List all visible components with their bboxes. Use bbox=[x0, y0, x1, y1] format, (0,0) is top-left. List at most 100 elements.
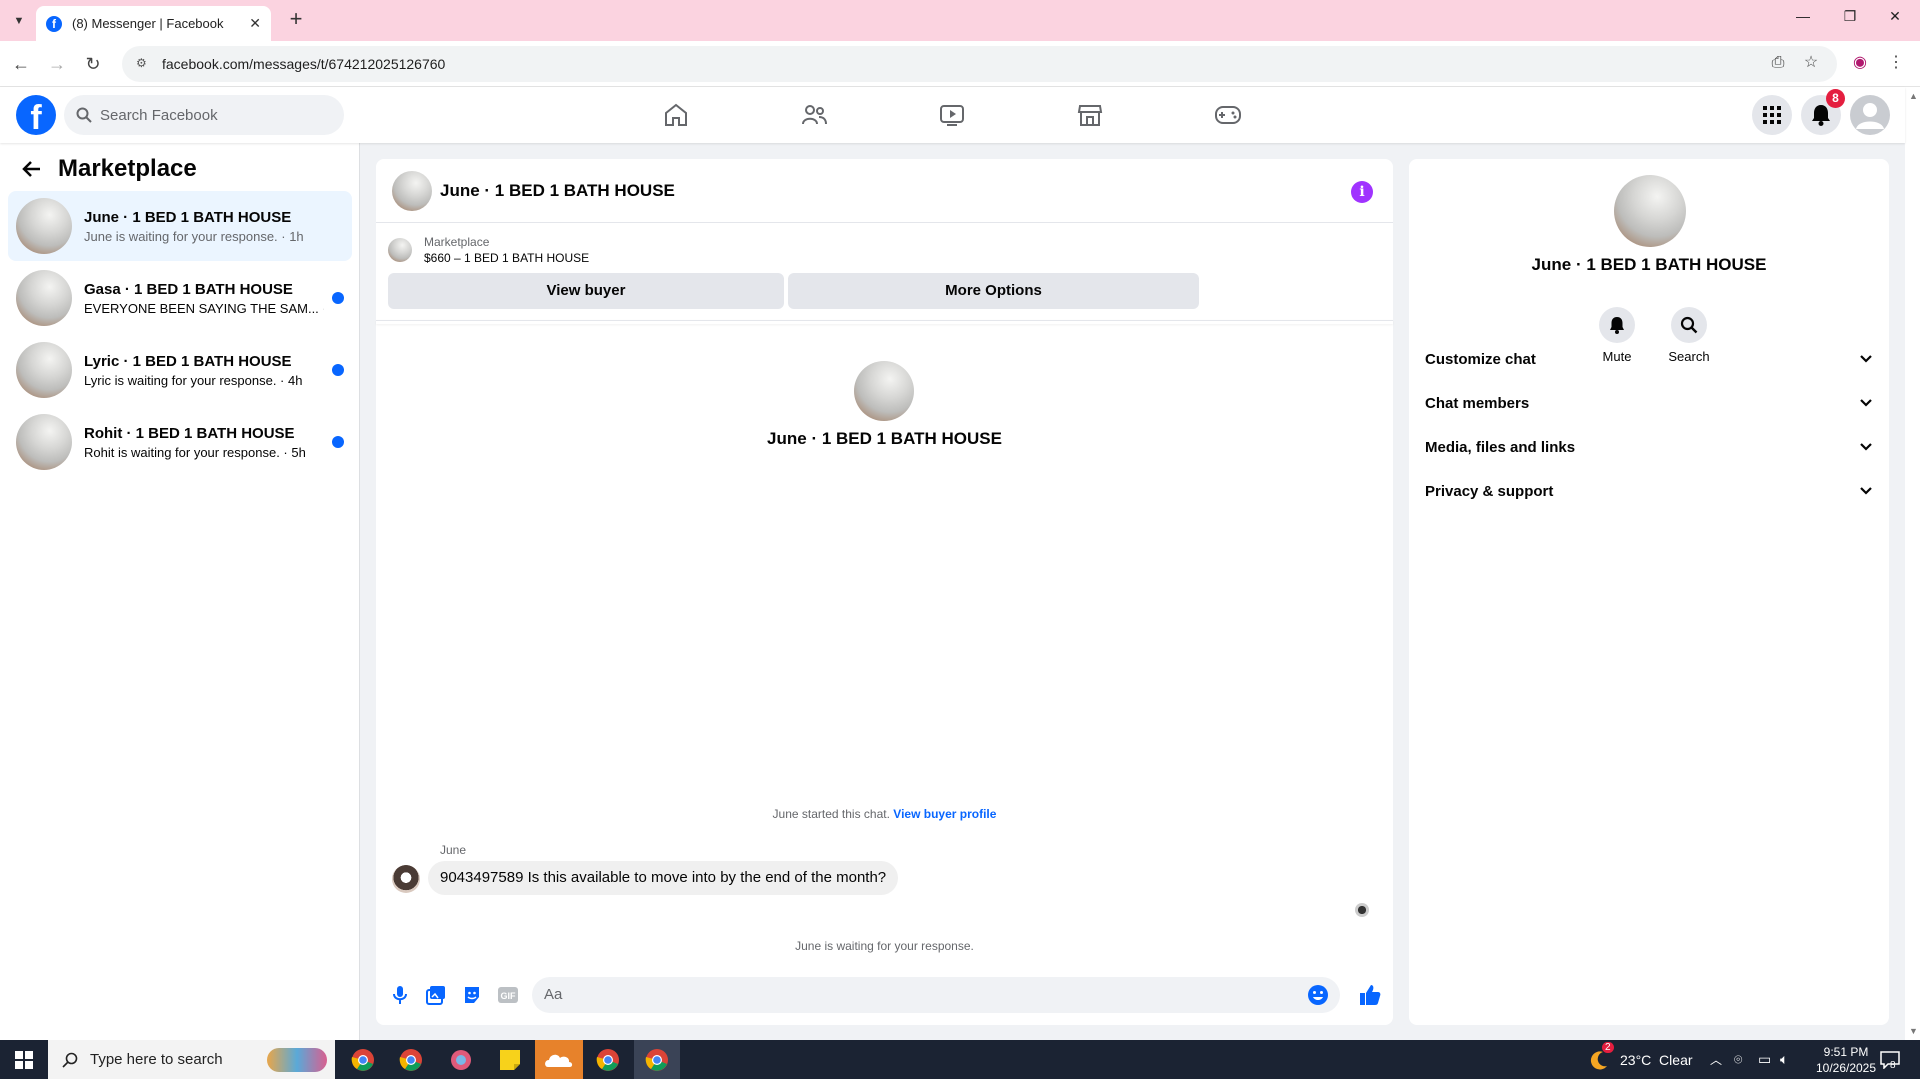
main-area: June · 1 BED 1 BATH HOUSE i Marketplace … bbox=[360, 143, 1905, 1040]
facebook-favicon-icon: f bbox=[46, 15, 62, 32]
gaming-icon[interactable] bbox=[1212, 99, 1244, 131]
page-scrollbar[interactable]: ▲ ▼ bbox=[1905, 87, 1920, 1040]
like-thumb-icon[interactable] bbox=[1358, 983, 1382, 1007]
details-section-label: Privacy & support bbox=[1425, 482, 1554, 500]
marketplace-sidebar: Marketplace June · 1 BED 1 BATH HOUSE Jun… bbox=[0, 143, 360, 1040]
chrome-app-icon[interactable] bbox=[343, 1044, 383, 1076]
watch-video-icon[interactable] bbox=[936, 99, 968, 131]
reload-button[interactable]: ↻ bbox=[82, 53, 104, 75]
message-bubble[interactable]: 9043497589 Is this available to move int… bbox=[428, 861, 899, 895]
bookmark-star-icon[interactable]: ☆ bbox=[1799, 51, 1823, 75]
photo-icon[interactable] bbox=[424, 983, 448, 1007]
buyer-avatar[interactable] bbox=[854, 361, 914, 421]
chevron-down-icon bbox=[1860, 487, 1872, 495]
chrome-app-icon-2[interactable] bbox=[588, 1044, 628, 1076]
facebook-logo-icon[interactable]: f bbox=[16, 95, 56, 135]
chevron-down-icon bbox=[1860, 355, 1872, 363]
facebook-search-input[interactable]: Search Facebook bbox=[64, 95, 344, 135]
seen-indicator-icon bbox=[1355, 903, 1369, 917]
taskbar-search-input[interactable]: Type here to search bbox=[48, 1040, 335, 1079]
meet-now-icon[interactable]: ⌾ bbox=[1734, 1040, 1742, 1079]
windows-start-icon[interactable] bbox=[0, 1040, 48, 1079]
conversation-name: Rohit · 1 BED 1 BATH HOUSE bbox=[84, 424, 295, 442]
conversation-name: Lyric · 1 BED 1 BATH HOUSE bbox=[84, 352, 292, 370]
new-tab-button[interactable]: + bbox=[284, 8, 308, 32]
chat-start-notice: June started this chat. View buyer profi… bbox=[376, 807, 1393, 821]
restore-button[interactable]: ❐ bbox=[1835, 8, 1865, 32]
conversation-name: June · 1 BED 1 BATH HOUSE bbox=[84, 208, 292, 226]
volume-icon[interactable]: 🔈︎ bbox=[1780, 1040, 1788, 1079]
conversation-item[interactable]: June · 1 BED 1 BATH HOUSE June is waiting… bbox=[8, 191, 352, 261]
composer: GIF Aa bbox=[376, 975, 1393, 1015]
sticky-notes-app-icon[interactable] bbox=[490, 1044, 530, 1076]
facebook-header: f Search Facebook 8 bbox=[0, 87, 1905, 143]
search-placeholder: Search Facebook bbox=[100, 106, 218, 124]
tab-search-chevron-icon[interactable]: ▼ bbox=[8, 10, 30, 32]
view-buyer-button[interactable]: View buyer bbox=[388, 273, 784, 309]
conversation-preview: June is waiting for your response. · 1h bbox=[84, 228, 304, 244]
details-section-row[interactable]: Media, files and links bbox=[1425, 427, 1873, 467]
emoji-icon[interactable] bbox=[1306, 983, 1330, 1007]
clock-time: 9:51 PM bbox=[1823, 1044, 1869, 1059]
profile-icon[interactable]: ◉ bbox=[1848, 51, 1872, 75]
listing-summary[interactable]: Marketplace $660 – 1 BED 1 BATH HOUSE bbox=[388, 235, 1378, 265]
sidebar-title: Marketplace bbox=[58, 155, 197, 182]
svg-text:GIF: GIF bbox=[501, 991, 517, 1001]
window-close-button[interactable]: ✕ bbox=[1880, 8, 1910, 32]
forward-button[interactable]: → bbox=[46, 53, 68, 75]
site-info-icon[interactable]: ⚙ bbox=[136, 56, 152, 72]
marketplace-icon[interactable] bbox=[1074, 99, 1106, 131]
action-center-icon[interactable]: 8 bbox=[1880, 1040, 1900, 1079]
conversation-item[interactable]: Gasa · 1 BED 1 BATH HOUSE EVERYONE BEEN S… bbox=[8, 263, 352, 333]
sidebar-header: Marketplace bbox=[20, 155, 197, 183]
chat-title[interactable]: June · 1 BED 1 BATH HOUSE bbox=[440, 181, 675, 201]
home-icon[interactable] bbox=[660, 99, 692, 131]
tab-close-icon[interactable]: ✕ bbox=[249, 15, 261, 32]
back-button[interactable]: ← bbox=[10, 53, 32, 75]
weather-badge: 2 bbox=[1602, 1042, 1614, 1053]
details-section-row[interactable]: Privacy & support bbox=[1425, 471, 1873, 511]
menu-grid-icon[interactable] bbox=[1752, 95, 1792, 135]
more-options-button[interactable]: More Options bbox=[788, 273, 1199, 309]
chrome-active-app-icon[interactable] bbox=[634, 1040, 680, 1079]
details-avatar[interactable] bbox=[1614, 175, 1686, 247]
clock[interactable]: 9:51 PM 10/26/2025 bbox=[1806, 1040, 1886, 1079]
conversation-item[interactable]: Rohit · 1 BED 1 BATH HOUSE Rohit is waiti… bbox=[8, 407, 352, 477]
conversation-preview: Rohit is waiting for your response. · 5h bbox=[84, 444, 306, 460]
browser-tab[interactable]: f (8) Messenger | Facebook ✕ bbox=[36, 6, 271, 41]
install-app-icon[interactable]: ⎙ bbox=[1766, 51, 1790, 75]
view-buyer-profile-link[interactable]: View buyer profile bbox=[893, 807, 996, 821]
details-section-label: Media, files and links bbox=[1425, 438, 1576, 456]
tray-overflow-icon[interactable]: ︿ bbox=[1710, 1040, 1722, 1079]
conversation-item[interactable]: Lyric · 1 BED 1 BATH HOUSE Lyric is waiti… bbox=[8, 335, 352, 405]
chrome-profile-app-icon[interactable] bbox=[391, 1044, 431, 1076]
weather-widget[interactable]: 2 23°C Clear bbox=[1588, 1040, 1693, 1079]
message-sender: June bbox=[440, 843, 467, 857]
back-arrow-icon[interactable] bbox=[20, 158, 42, 180]
taskbar-search-placeholder: Type here to search bbox=[90, 1051, 223, 1068]
started-text: June started this chat. bbox=[772, 807, 890, 821]
message-input[interactable]: Aa bbox=[532, 977, 1340, 1013]
chat-avatar[interactable] bbox=[392, 170, 432, 211]
friends-icon[interactable] bbox=[798, 99, 830, 131]
snipping-app-icon[interactable] bbox=[441, 1044, 481, 1076]
minimize-button[interactable]: — bbox=[1788, 8, 1818, 32]
gif-icon[interactable]: GIF bbox=[496, 983, 520, 1007]
sticker-icon[interactable] bbox=[460, 983, 484, 1007]
network-icon[interactable]: ▭ bbox=[1758, 1040, 1771, 1079]
cloud-app-icon[interactable] bbox=[535, 1040, 583, 1079]
search-highlight-icon bbox=[267, 1047, 327, 1072]
address-bar[interactable]: ⚙ facebook.com/messages/t/67421202512676… bbox=[122, 46, 1837, 82]
microphone-icon[interactable] bbox=[388, 983, 412, 1007]
account-avatar-icon[interactable] bbox=[1850, 95, 1890, 135]
chat-details-panel: June · 1 BED 1 BATH HOUSE Mute Search Cu… bbox=[1409, 159, 1889, 1025]
bell-icon bbox=[1599, 307, 1635, 343]
conversation-avatar bbox=[16, 342, 72, 398]
weather-text: 23°C Clear bbox=[1620, 1051, 1693, 1068]
details-section-row[interactable]: Customize chat bbox=[1425, 339, 1873, 379]
conversation-avatar bbox=[16, 270, 72, 326]
info-icon[interactable]: i bbox=[1351, 181, 1373, 203]
browser-menu-icon[interactable]: ⋮ bbox=[1884, 51, 1908, 75]
details-section-row[interactable]: Chat members bbox=[1425, 383, 1873, 423]
sender-avatar[interactable] bbox=[392, 865, 420, 893]
